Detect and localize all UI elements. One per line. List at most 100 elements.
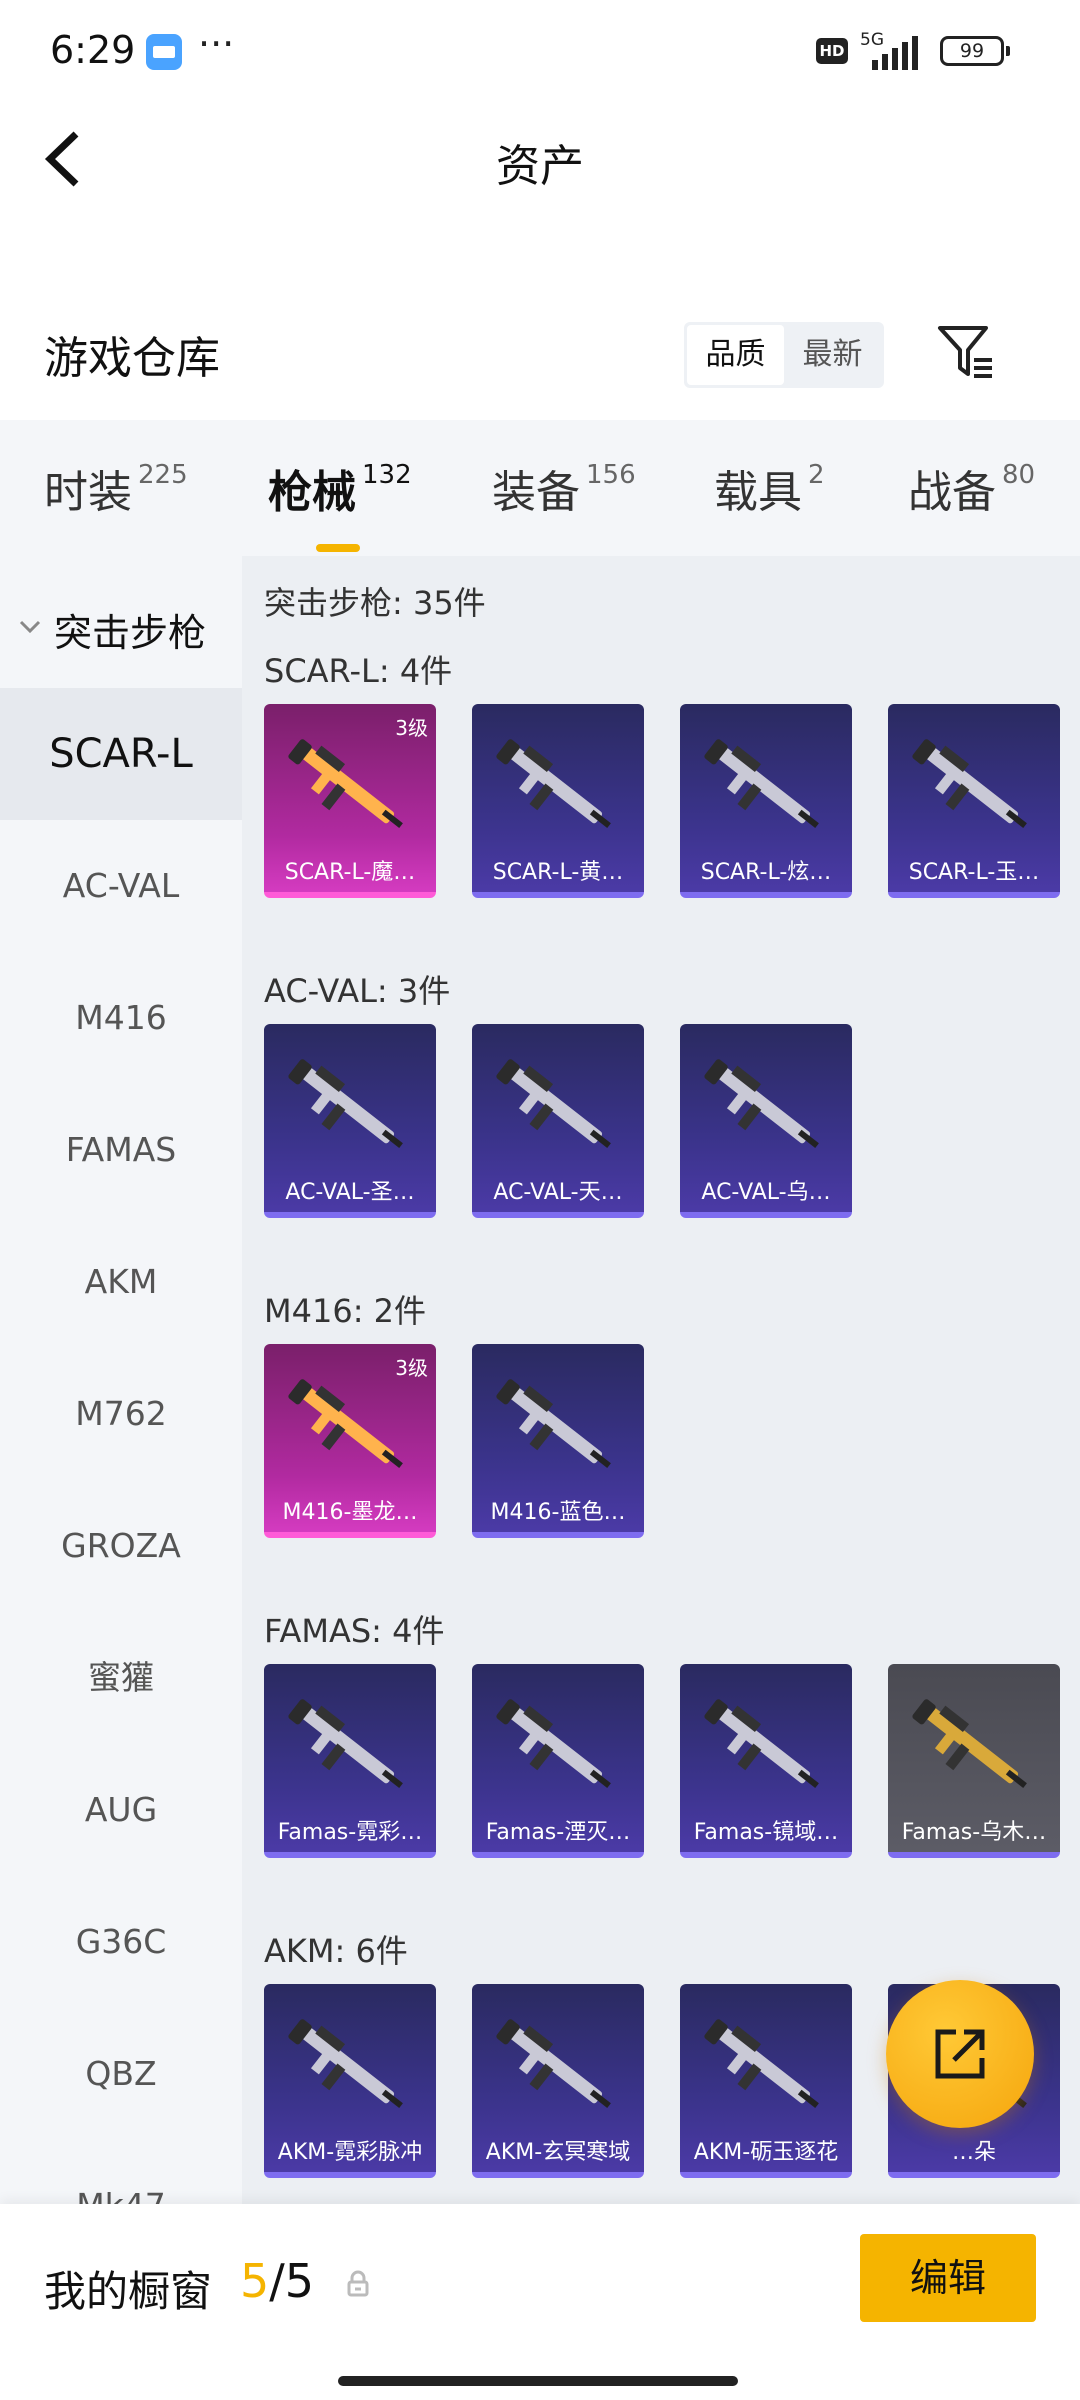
weapon-card-label: Famas-镜域… <box>693 1820 839 1845</box>
section-title: FAMAS: 4件 <box>264 1612 445 1650</box>
sidebar-item-scar-l[interactable]: SCAR-L <box>0 688 242 820</box>
rifle-icon <box>288 2019 403 2108</box>
section-title: M416: 2件 <box>264 1292 427 1330</box>
weapon-card[interactable]: SCAR-L-炫… <box>680 704 852 898</box>
tab-vehicles[interactable]: 载具 2 <box>714 456 825 520</box>
weapon-type-sidebar: 突击步枪 SCAR-L AC-VAL M416 FAMAS AKM M762 G… <box>0 556 242 2206</box>
tab-count: 225 <box>138 460 188 490</box>
sidebar-item-honey-badger[interactable]: 蜜獾 <box>0 1612 242 1744</box>
weapon-card-label: SCAR-L-玉… <box>908 860 1040 885</box>
weapon-card-label: …朵 <box>951 2140 996 2165</box>
tab-fashion[interactable]: 时装 225 <box>44 456 188 520</box>
sidebar-item-mk47[interactable]: Mk47 <box>0 2140 242 2206</box>
rifle-icon <box>496 2019 611 2108</box>
showcase-bar: 我的橱窗 5/5 编辑 <box>0 2204 1080 2400</box>
rifle-icon <box>496 1699 611 1788</box>
weapon-card-label: AC-VAL-天… <box>493 1180 623 1205</box>
weapon-card-label: Famas-霓彩… <box>277 1820 423 1845</box>
lock-icon <box>347 2270 369 2297</box>
weapon-card[interactable]: Famas-霓彩… <box>264 1664 436 1858</box>
tab-count: 156 <box>586 460 636 490</box>
weapon-card-label: Famas-湮灭… <box>485 1820 631 1845</box>
weapon-card-label: M416-墨龙… <box>282 1500 418 1525</box>
battery-icon: 99 <box>940 36 1010 66</box>
weapon-card[interactable]: Famas-乌木… <box>888 1664 1060 1858</box>
weapon-card-label: AKM-霓彩脉冲 <box>277 2140 423 2165</box>
tab-label: 载具 <box>714 467 802 518</box>
weapon-card[interactable]: Famas-湮灭… <box>472 1664 644 1858</box>
rifle-icon <box>496 1379 611 1468</box>
weapon-card-label: AC-VAL-乌… <box>701 1180 831 1205</box>
category-summary: 突击步枪: 35件 <box>264 584 486 622</box>
home-indicator[interactable] <box>338 2376 738 2386</box>
page-title: 资产 <box>496 141 584 192</box>
weapon-card[interactable]: SCAR-L-玉… <box>888 704 1060 898</box>
section-title: AKM: 6件 <box>264 1932 408 1970</box>
chevron-down-icon <box>19 620 41 634</box>
tab-equipment[interactable]: 装备 156 <box>492 456 636 520</box>
weapon-card-label: M416-蓝色… <box>490 1500 626 1525</box>
tab-label: 时装 <box>44 467 132 518</box>
filter-button[interactable] <box>936 322 994 382</box>
status-time: 6:29 <box>50 28 136 72</box>
weapon-card[interactable]: SCAR-L-黄… <box>472 704 644 898</box>
showcase-total: /5 <box>269 2254 315 2308</box>
filter-icon <box>938 326 992 378</box>
tab-label: 装备 <box>492 467 580 518</box>
sort-quality-option[interactable]: 品质 <box>687 325 784 385</box>
weapon-card[interactable]: AC-VAL-乌… <box>680 1024 852 1218</box>
weapon-card[interactable]: AC-VAL-天… <box>472 1024 644 1218</box>
sidebar-item-qbz[interactable]: QBZ <box>0 2008 242 2140</box>
weapon-card[interactable]: Famas-镜域… <box>680 1664 852 1858</box>
weapon-card[interactable]: AKM-霓彩脉冲 <box>264 1984 436 2178</box>
weapon-card-label: AC-VAL-圣… <box>285 1180 415 1205</box>
tab-label: 战备 <box>908 467 996 518</box>
rifle-icon <box>704 739 819 828</box>
sort-newest-option[interactable]: 最新 <box>784 325 881 385</box>
app-notification-icon <box>146 34 182 70</box>
weapon-card[interactable]: 3级 M416-墨龙… <box>264 1344 436 1538</box>
external-link-icon <box>935 2029 985 2079</box>
warehouse-title: 游戏仓库 <box>44 333 220 384</box>
rifle-icon <box>288 1379 403 1468</box>
nav-bar: 资产 <box>0 110 1080 210</box>
tab-supplies[interactable]: 战备 80 <box>908 456 1035 520</box>
tab-count: 132 <box>362 460 412 490</box>
sidebar-item-famas[interactable]: FAMAS <box>0 1084 242 1216</box>
tier-badge: 3级 <box>395 1356 428 1380</box>
rifle-icon <box>704 1059 819 1148</box>
sidebar-item-aug[interactable]: AUG <box>0 1744 242 1876</box>
edit-button[interactable]: 编辑 <box>860 2234 1036 2322</box>
rifle-icon <box>912 739 1027 828</box>
active-tab-indicator <box>316 544 360 552</box>
sidebar-item-ac-val[interactable]: AC-VAL <box>0 820 242 952</box>
weapon-card[interactable]: AKM-砺玉逐花 <box>680 1984 852 2178</box>
weapon-card[interactable]: AC-VAL-圣… <box>264 1024 436 1218</box>
rifle-icon <box>912 1699 1027 1788</box>
tab-firearms[interactable]: 枪械 132 <box>268 456 412 552</box>
weapon-card-label: AKM-玄冥寒域 <box>485 2140 631 2165</box>
weapon-card-label: SCAR-L-炫… <box>700 860 832 885</box>
section-title: SCAR-L: 4件 <box>264 652 453 690</box>
showcase-label: 我的橱窗 <box>44 2267 213 2316</box>
weapon-card[interactable]: 3级 SCAR-L-魔… <box>264 704 436 898</box>
sidebar-item-akm[interactable]: AKM <box>0 1216 242 1348</box>
rifle-icon <box>496 1059 611 1148</box>
sidebar-item-g36c[interactable]: G36C <box>0 1876 242 2008</box>
hd-voice-icon: HD <box>816 38 848 64</box>
weapon-card-label: AKM-砺玉逐花 <box>693 2140 839 2165</box>
weapon-card-label: SCAR-L-魔… <box>284 860 416 885</box>
status-bar: 6:29 ··· HD 5G 99 <box>0 0 1080 100</box>
share-button[interactable] <box>886 1980 1034 2128</box>
weapon-card[interactable]: AKM-玄冥寒域 <box>472 1984 644 2178</box>
weapon-card-label: SCAR-L-黄… <box>492 860 624 885</box>
sidebar-item-m416[interactable]: M416 <box>0 952 242 1084</box>
rifle-icon <box>288 739 403 828</box>
sidebar-item-groza[interactable]: GROZA <box>0 1480 242 1612</box>
section-title: AC-VAL: 3件 <box>264 972 451 1010</box>
tab-label: 枪械 <box>268 467 356 518</box>
weapon-card[interactable]: M416-蓝色… <box>472 1344 644 1538</box>
sidebar-group-assault-rifles[interactable]: 突击步枪 <box>0 586 242 686</box>
signal-icon <box>866 34 926 70</box>
sidebar-item-m762[interactable]: M762 <box>0 1348 242 1480</box>
